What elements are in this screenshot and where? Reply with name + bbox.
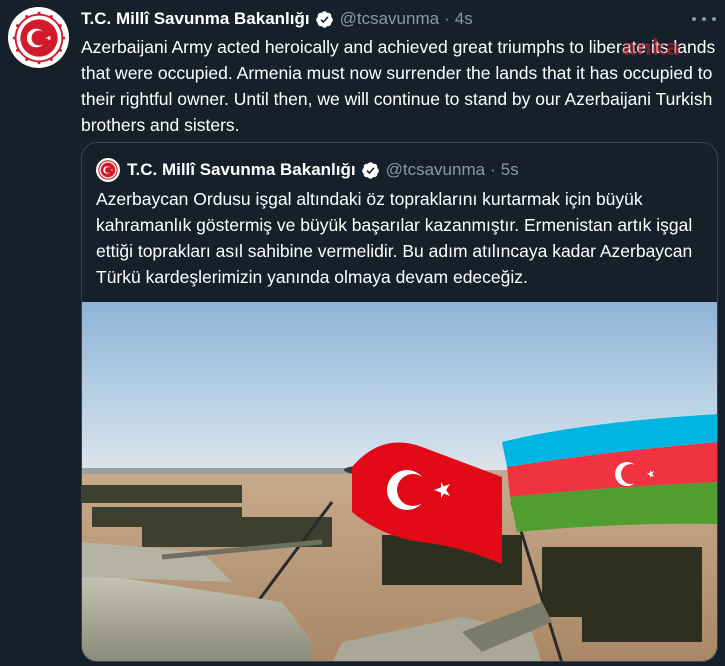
tweet-header: T.C. Millî Savunma Bakanlığı @tcsavunma …	[81, 8, 473, 30]
verified-badge-icon	[361, 161, 380, 180]
author-handle[interactable]: @tcsavunma	[340, 9, 439, 29]
tweet: T.C. Millî Savunma Bakanlığı @tcsavunma …	[0, 0, 725, 666]
ministry-emblem-logo	[97, 159, 119, 181]
quoted-tweet-header: T.C. Millî Savunma Bakanlığı @tcsavunma …	[96, 157, 519, 183]
separator-dot: ·	[490, 160, 496, 179]
quoted-tweet-photo[interactable]	[82, 302, 717, 661]
quoted-author-avatar[interactable]	[96, 158, 120, 182]
ministry-emblem-logo	[12, 11, 65, 64]
more-options-icon[interactable]	[692, 12, 716, 26]
author-avatar[interactable]	[8, 7, 69, 68]
quoted-author-handle[interactable]: @tcsavunma	[386, 160, 485, 180]
verified-badge-icon	[315, 10, 334, 29]
separator-dot: ·	[444, 9, 450, 28]
quoted-tweet-text: Azerbaycan Ordusu işgal altındaki öz top…	[96, 189, 693, 287]
watermark-logo: anka	[622, 36, 680, 61]
quoted-tweet[interactable]: T.C. Millî Savunma Bakanlığı @tcsavunma …	[81, 142, 718, 662]
quoted-tweet-timestamp[interactable]: 5s	[501, 160, 519, 180]
author-name[interactable]: T.C. Millî Savunma Bakanlığı	[81, 9, 310, 29]
quoted-author-name[interactable]: T.C. Millî Savunma Bakanlığı	[127, 160, 356, 180]
tweet-timestamp[interactable]: 4s	[455, 9, 473, 29]
